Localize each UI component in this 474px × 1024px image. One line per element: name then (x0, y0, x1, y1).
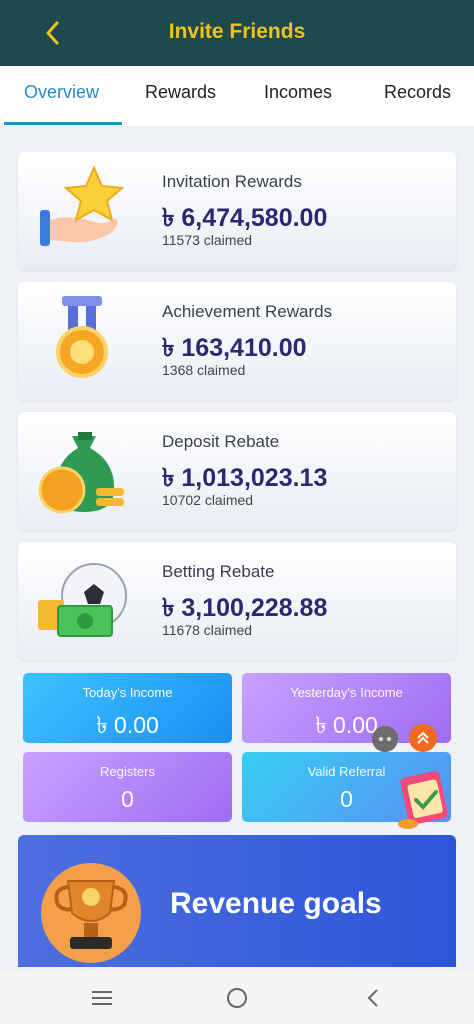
stat-value: ৳ 0.00 (96, 712, 159, 738)
stat-label: Registers (100, 764, 155, 779)
back-icon[interactable] (360, 984, 388, 1012)
today-income-stat: Today's Income ৳ 0.00 (23, 673, 232, 743)
card-claimed: 1368 claimed (162, 362, 246, 378)
scroll-top-icon[interactable] (409, 724, 437, 752)
gift-clipboard-icon[interactable] (392, 766, 458, 832)
page-title: Invite Friends (168, 20, 306, 43)
app-header: Invite Friends (0, 0, 474, 66)
invitation-rewards-card[interactable]: Invitation Rewards ৳ 6,474,580.00 11573 … (18, 152, 456, 270)
home-circle-icon[interactable] (223, 984, 251, 1012)
stat-value: 0 (121, 786, 134, 812)
betting-rebate-card[interactable]: Betting Rebate ৳ 3,100,228.88 11678 clai… (18, 542, 456, 660)
money-bag-icon (38, 432, 124, 514)
card-title: Betting Rebate (162, 562, 275, 581)
star-hand-icon (40, 165, 125, 246)
tab-bar: Overview Rewards Incomes Records (0, 66, 474, 126)
stat-label: Yesterday's Income (290, 685, 403, 700)
stat-label: Today's Income (82, 685, 173, 700)
system-nav-bar (0, 970, 474, 1024)
menu-icon[interactable] (88, 984, 116, 1012)
card-title: Achievement Rewards (162, 302, 333, 321)
tab-records[interactable]: Records (384, 82, 451, 103)
registers-stat: Registers 0 (23, 752, 232, 822)
card-claimed: 11678 claimed (162, 622, 253, 638)
more-dots-icon[interactable] (372, 726, 398, 752)
tab-overview[interactable]: Overview (24, 82, 99, 103)
card-title: Deposit Rebate (162, 432, 280, 451)
tab-incomes[interactable]: Incomes (264, 82, 332, 103)
soccer-money-icon (38, 563, 127, 637)
card-title: Invitation Rewards (162, 172, 302, 191)
tab-rewards[interactable]: Rewards (145, 82, 216, 103)
card-claimed: 11573 claimed (162, 232, 253, 248)
medal-icon (56, 296, 108, 378)
revenue-goals-banner[interactable]: Revenue goals (18, 835, 456, 967)
trophy-icon (41, 863, 141, 963)
active-tab-indicator (4, 122, 122, 125)
deposit-rebate-card[interactable]: Deposit Rebate ৳ 1,013,023.13 10702 clai… (18, 412, 456, 530)
achievement-rewards-card[interactable]: Achievement Rewards ৳ 163,410.00 1368 cl… (18, 282, 456, 400)
revenue-goals-title: Revenue goals (170, 887, 382, 920)
card-claimed: 10702 claimed (162, 492, 254, 508)
